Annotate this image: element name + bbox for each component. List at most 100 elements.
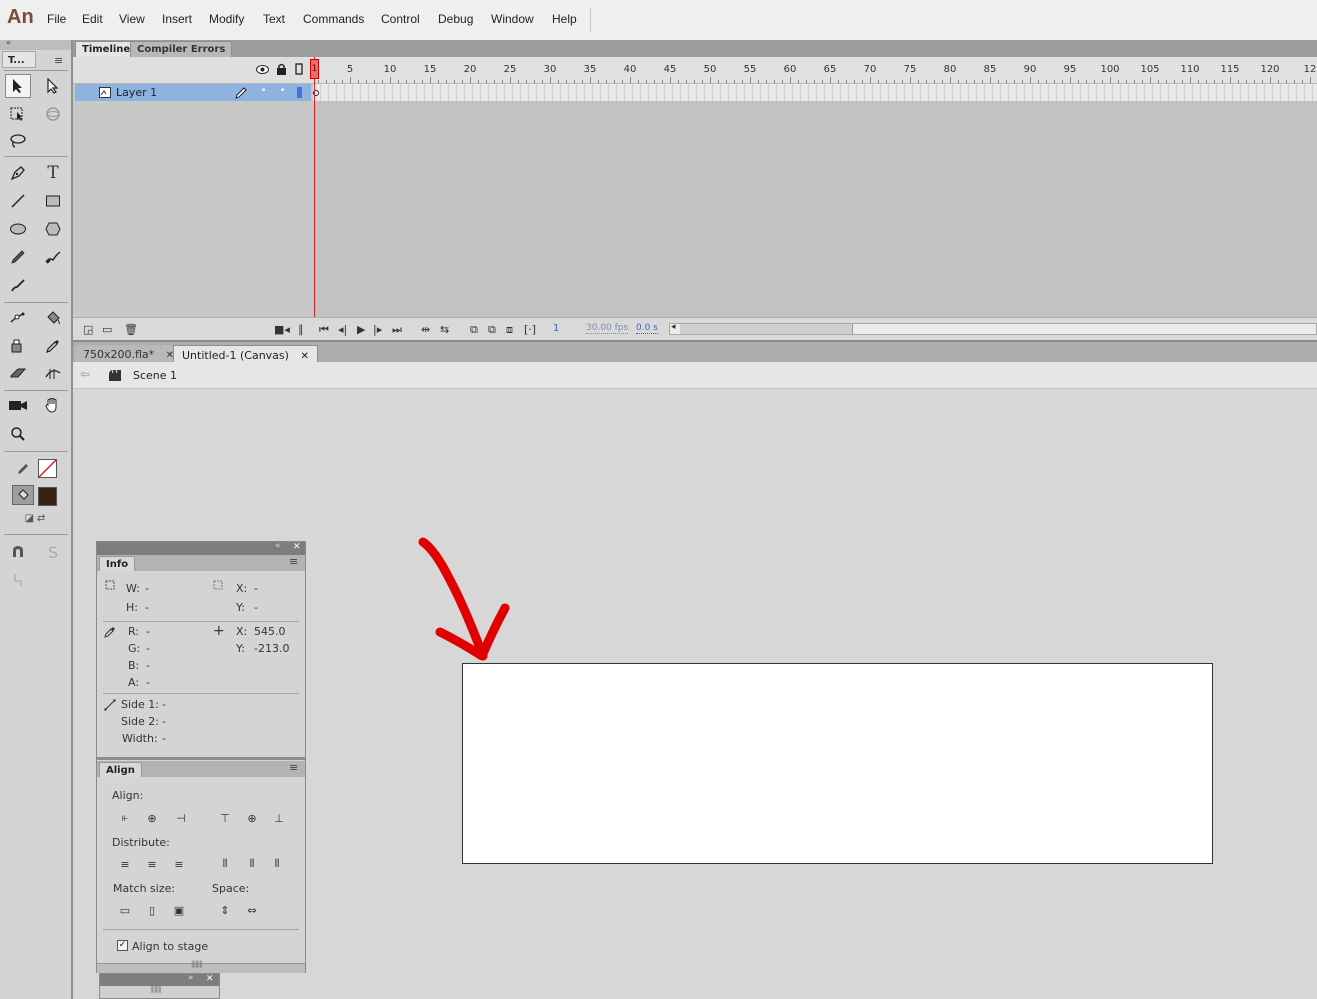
hand-tool[interactable] (40, 393, 66, 417)
align-to-stage-checkbox[interactable]: ✓ (117, 940, 128, 951)
eyedropper-tool[interactable] (40, 334, 66, 358)
width-tool[interactable] (40, 361, 66, 385)
ruler-frame-number[interactable]: 115 (1220, 64, 1239, 75)
ruler-frame-number[interactable]: 90 (1024, 64, 1037, 75)
ink-bottle-tool[interactable] (5, 334, 31, 358)
new-folder-icon[interactable]: ▭ (102, 323, 112, 336)
ruler-frame-number[interactable]: 55 (744, 64, 757, 75)
camera-tool[interactable] (5, 393, 31, 417)
outline-icon[interactable] (295, 63, 303, 75)
align-bottom-edge-icon[interactable]: ⊥ (271, 811, 287, 825)
ruler-frame-number[interactable]: 65 (824, 64, 837, 75)
align-to-stage-label[interactable]: Align to stage (132, 940, 208, 953)
step-back-icon[interactable]: ◂| (338, 323, 347, 336)
y-value[interactable]: - (254, 601, 258, 614)
menu-insert[interactable]: Insert (162, 12, 192, 26)
distribute-right-edge-icon[interactable]: ⦀ (269, 857, 285, 871)
ruler-frame-number[interactable]: 60 (784, 64, 797, 75)
camera-icon[interactable]: ■◂ (274, 323, 290, 336)
panel-menu-icon[interactable]: ≡ (289, 761, 298, 774)
ruler-frame-number[interactable]: 35 (584, 64, 597, 75)
paint-brush-tool[interactable] (40, 245, 66, 269)
lock-dot-icon[interactable]: • (280, 86, 285, 96)
swap-colors-button[interactable]: ◪ ⇄ (18, 510, 52, 526)
menu-help[interactable]: Help (552, 12, 577, 26)
menu-view[interactable]: View (119, 12, 145, 26)
delete-icon[interactable]: 🗑 (124, 323, 138, 336)
menu-edit[interactable]: Edit (82, 12, 103, 26)
free-transform-tool[interactable] (5, 102, 31, 126)
match-width-and-height-icon[interactable]: ▣ (171, 903, 187, 917)
eraser-tool[interactable] (5, 361, 31, 385)
panel-group-header[interactable]: « ✕ (97, 541, 305, 555)
ruler-frame-number[interactable]: 100 (1100, 64, 1119, 75)
stage[interactable] (462, 663, 1213, 864)
close-icon[interactable]: ✕ (300, 351, 308, 362)
collapse-icon[interactable]: « (6, 38, 11, 47)
ruler-frame-number[interactable]: 40 (624, 64, 637, 75)
distribute-top-edge-icon[interactable]: ≡ (117, 857, 133, 871)
menu-window[interactable]: Window (491, 12, 534, 26)
brush-tool[interactable] (5, 273, 31, 297)
bone-tool[interactable] (5, 306, 31, 330)
panel-resize-grip[interactable]: |||||||| (97, 960, 305, 973)
align-right-edge-icon[interactable]: ⊣ (173, 811, 189, 825)
tab-align[interactable]: Align (99, 762, 142, 777)
w-value[interactable]: - (145, 582, 149, 595)
pen-tool[interactable] (5, 161, 31, 185)
scrollbar-thumb[interactable] (680, 324, 853, 334)
ruler-frame-number[interactable]: 105 (1140, 64, 1159, 75)
ruler-frame-number[interactable]: 95 (1064, 64, 1077, 75)
align-vertical-center-icon[interactable]: ⊕ (244, 811, 260, 825)
onion-outlines-icon[interactable]: ⧉ (488, 323, 496, 337)
menu-commands[interactable]: Commands (303, 12, 364, 26)
ruler-frame-number[interactable]: 70 (864, 64, 877, 75)
menu-debug[interactable]: Debug (438, 12, 473, 26)
timeline-scrollbar[interactable]: ◂ (669, 322, 1317, 335)
loop-icon[interactable]: ⇹ (421, 323, 430, 336)
current-frame[interactable]: 1 (553, 323, 559, 334)
distribute-left-edge-icon[interactable]: ⦀ (217, 857, 233, 871)
collapsed-panel[interactable]: » ✕ |||||||| (99, 973, 220, 999)
ruler-frame-number[interactable]: 15 (424, 64, 437, 75)
ruler-frame-number[interactable]: 85 (984, 64, 997, 75)
layer-depth-icon[interactable]: ∥ (298, 323, 304, 336)
oval-tool[interactable] (5, 217, 31, 241)
ruler-frame-number[interactable]: 80 (944, 64, 957, 75)
new-layer-icon[interactable]: ◲ (83, 323, 93, 336)
back-arrow-icon[interactable]: ⇦ (80, 367, 90, 381)
ruler-frame-number[interactable]: 20 (464, 64, 477, 75)
text-tool[interactable]: T (40, 161, 66, 185)
pencil-tool[interactable] (5, 245, 31, 269)
ruler-frame-number[interactable]: 12 (1304, 64, 1317, 75)
align-left-edge-icon[interactable]: ⫦ (117, 811, 133, 825)
ruler-frame-number[interactable]: 25 (504, 64, 517, 75)
menu-modify[interactable]: Modify (209, 12, 244, 26)
stroke-color-swatch[interactable] (38, 459, 57, 478)
ruler-frame-number[interactable]: 50 (704, 64, 717, 75)
layer-row[interactable]: Layer 1 • • (75, 84, 311, 101)
smooth-tool[interactable]: S (40, 540, 66, 564)
3d-rotation-tool[interactable] (40, 102, 66, 126)
ruler-frame-number[interactable]: 110 (1180, 64, 1199, 75)
expand-icon[interactable]: » (188, 973, 194, 983)
menu-file[interactable]: File (47, 12, 66, 26)
subselection-tool[interactable] (40, 74, 66, 98)
play-icon[interactable]: ▶ (357, 323, 365, 336)
ruler-frame-number[interactable]: 120 (1260, 64, 1279, 75)
close-icon[interactable]: ✕ (293, 542, 301, 552)
distribute-vertical-center-icon[interactable]: ≡ (144, 857, 160, 871)
registration-point-icon[interactable] (213, 580, 223, 590)
fill-color-swatch[interactable] (38, 487, 57, 506)
go-to-last-icon[interactable]: ⏭ (392, 323, 402, 337)
menu-text[interactable]: Text (263, 12, 285, 26)
go-to-first-icon[interactable]: ⏮ (319, 323, 329, 337)
edit-multiple-frames-icon[interactable]: ⧈ (506, 323, 513, 337)
layer-color-swatch[interactable] (297, 87, 302, 98)
frame-ruler[interactable]: 5 10 15 20 25 30 35 40 45 50 55 60 65 70 75 80 85 90 95 100… (313, 57, 1317, 84)
h-value[interactable]: - (145, 601, 149, 614)
zoom-tool[interactable] (5, 422, 31, 446)
frame-row[interactable] (313, 84, 1317, 101)
line-tool[interactable] (5, 189, 31, 213)
lasso-tool[interactable] (5, 129, 31, 153)
